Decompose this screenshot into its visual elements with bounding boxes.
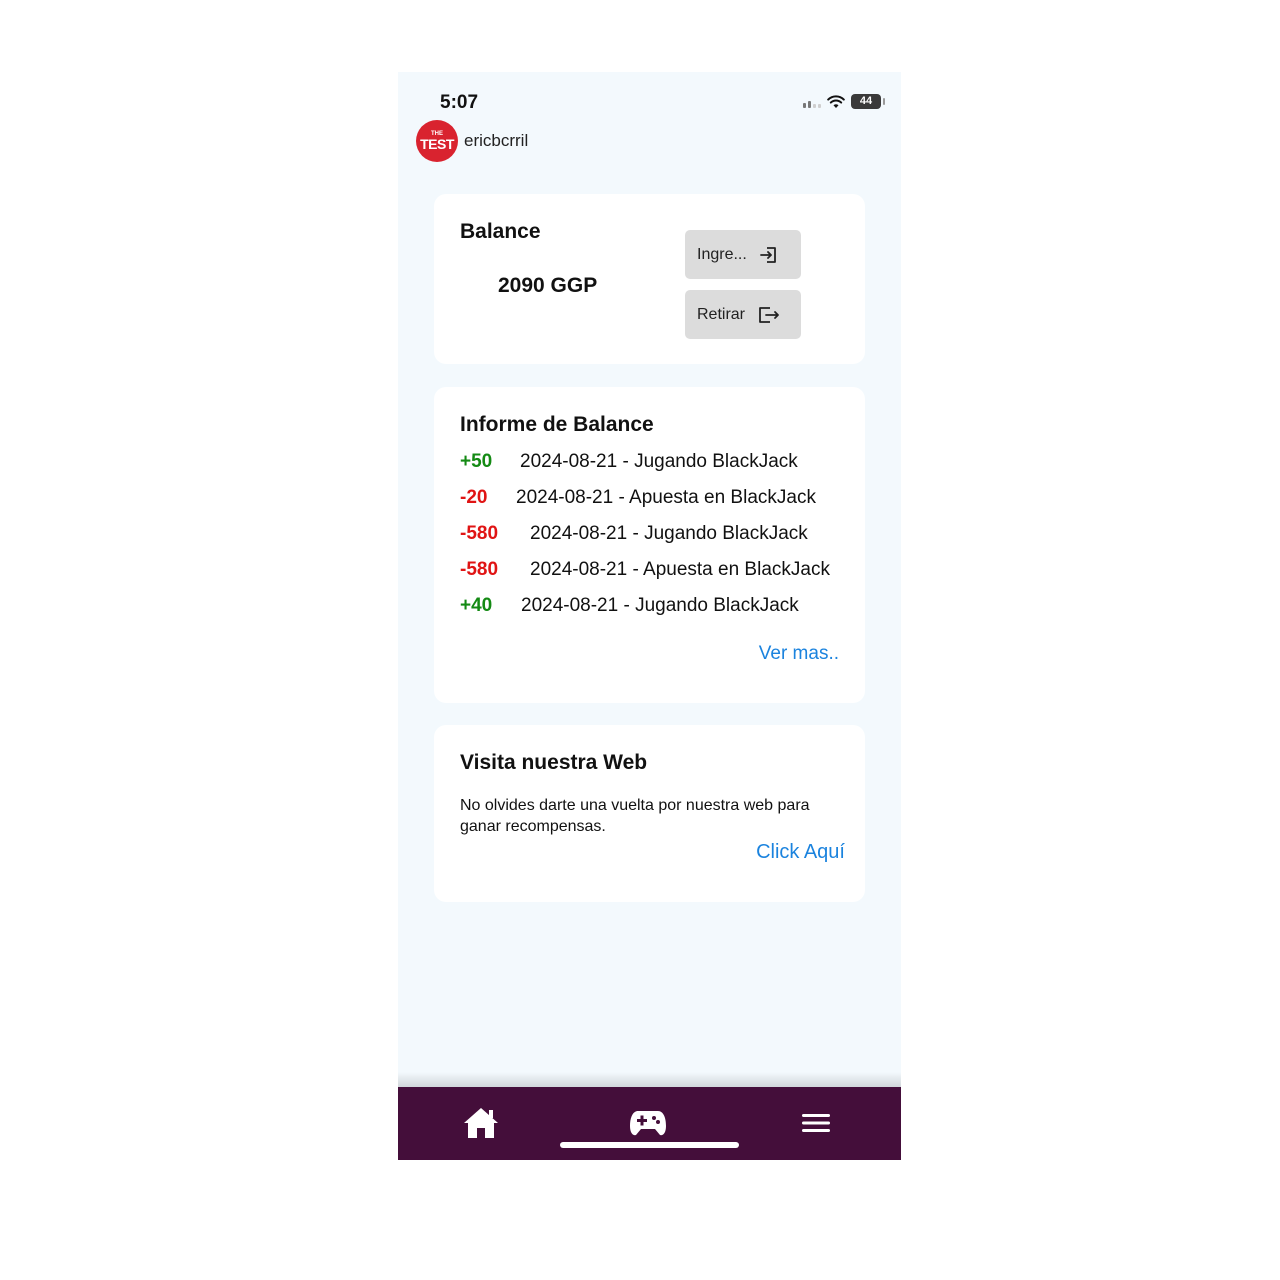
entry-description: 2024-08-21 - Apuesta en BlackJack [516, 487, 816, 508]
withdraw-button-label: Retirar [697, 305, 746, 323]
logout-icon [759, 306, 779, 323]
entry-amount: +50 [460, 451, 493, 472]
report-entry: -20 2024-08-21 - Apuesta en BlackJack [460, 487, 816, 509]
entry-description: 2024-08-21 - Jugando BlackJack [521, 595, 799, 616]
entry-description: 2024-08-21 - Apuesta en BlackJack [530, 559, 830, 580]
entry-amount: +40 [460, 595, 493, 616]
web-description: No olvides darte una vuelta por nuestra … [460, 797, 810, 835]
report-entry: -580 2024-08-21 - Jugando BlackJack [460, 523, 808, 545]
app-screen: 5:07 44 THE TEST ericbcrril Balance 2090… [398, 72, 901, 1160]
gamepad-icon [630, 1111, 666, 1136]
withdraw-button[interactable]: Retirar [685, 290, 801, 339]
deposit-button-label: Ingre... [697, 245, 747, 263]
nav-menu-button[interactable] [794, 1103, 838, 1143]
cellular-signal-icon [803, 96, 821, 108]
entry-description: 2024-08-21 - Jugando BlackJack [530, 523, 808, 544]
entry-amount: -580 [460, 559, 499, 580]
nav-home-button[interactable] [459, 1103, 503, 1143]
wifi-icon [827, 94, 845, 108]
report-title: Informe de Balance [460, 413, 654, 436]
battery-icon: 44 [851, 94, 885, 109]
report-entry: +50 2024-08-21 - Jugando BlackJack [460, 451, 798, 473]
balance-report-card: Informe de Balance +50 2024-08-21 - Juga… [434, 387, 865, 703]
battery-percent: 44 [859, 95, 873, 107]
deposit-button[interactable]: Ingre... [685, 230, 801, 279]
entry-amount: -20 [460, 487, 488, 508]
username[interactable]: ericbcrril [464, 131, 528, 151]
see-more-link[interactable]: Ver mas.. [759, 643, 839, 665]
home-indicator[interactable] [560, 1142, 739, 1148]
nav-games-button[interactable] [626, 1103, 670, 1143]
app-logo: THE TEST [416, 120, 458, 162]
user-header[interactable]: THE TEST ericbcrril [416, 120, 528, 162]
click-here-link[interactable]: Click Aquí [756, 841, 845, 864]
logo-big-text: TEST [420, 136, 454, 152]
balance-amount: 2090 GGP [498, 274, 598, 297]
bottom-nav [398, 1087, 901, 1160]
status-time: 5:07 [440, 92, 479, 113]
web-title: Visita nuestra Web [460, 751, 648, 774]
login-icon [759, 246, 776, 263]
report-entry: +40 2024-08-21 - Jugando BlackJack [460, 595, 799, 617]
entry-amount: -580 [460, 523, 499, 544]
nav-shadow [398, 1072, 901, 1088]
entry-description: 2024-08-21 - Jugando BlackJack [520, 451, 798, 472]
status-icons: 44 [803, 94, 885, 109]
balance-title: Balance [460, 220, 541, 243]
report-entry: -580 2024-08-21 - Apuesta en BlackJack [460, 559, 830, 581]
balance-card: Balance 2090 GGP Ingre... Retirar [434, 194, 865, 364]
menu-icon [802, 1114, 830, 1132]
home-icon [464, 1108, 498, 1138]
visit-web-card: Visita nuestra Web No olvides darte una … [434, 725, 865, 902]
